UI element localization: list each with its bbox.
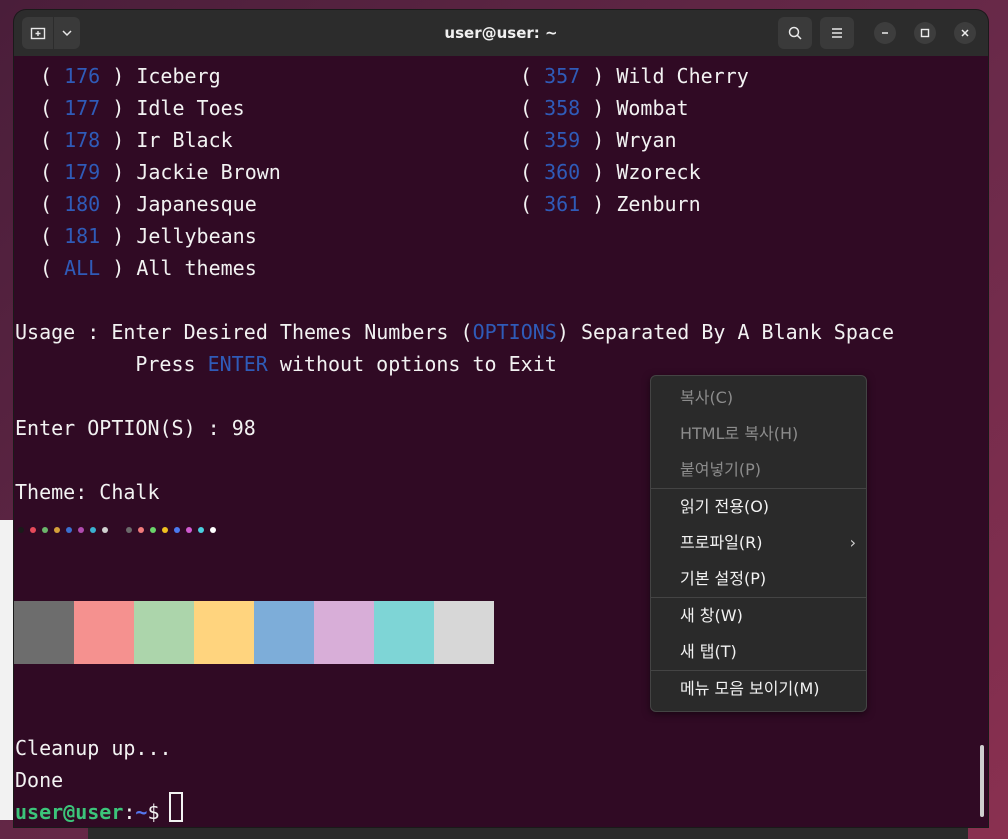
- theme-name: Idle Toes: [136, 96, 245, 120]
- theme-name-line: Theme: Chalk: [15, 480, 160, 504]
- menu-item-profile-label: 프로파일(R): [680, 533, 763, 552]
- palette-dot: [210, 527, 216, 533]
- palette-dot: [90, 527, 96, 533]
- theme-list-item: ( 360 ) Wzoreck: [520, 160, 701, 184]
- palette-dot: [78, 527, 84, 533]
- menu-item-new-window[interactable]: 새 창(W): [651, 599, 866, 633]
- maximize-icon: [920, 28, 930, 38]
- color-swatch: [254, 601, 314, 664]
- theme-list-item: ( 180 ) Japanesque: [40, 192, 257, 216]
- color-swatch: [194, 601, 254, 664]
- menu-item-preferences[interactable]: 기본 설정(P): [651, 562, 866, 596]
- palette-dot: [198, 527, 204, 533]
- palette-dot: [162, 527, 168, 533]
- theme-name: Jellybeans: [136, 224, 257, 248]
- theme-number: 357: [544, 64, 581, 88]
- palette-dot: [150, 527, 156, 533]
- theme-name: Jackie Brown: [136, 160, 281, 184]
- theme-name: Wild Cherry: [616, 64, 749, 88]
- theme-number: 180: [64, 192, 101, 216]
- theme-number: 360: [544, 160, 581, 184]
- theme-list-item: ( 357 ) Wild Cherry: [520, 64, 749, 88]
- theme-list-item: ( 358 ) Wombat: [520, 96, 689, 120]
- done-line: Done: [15, 768, 64, 792]
- menu-item-copy-html: HTML로 복사(H): [680, 424, 799, 443]
- theme-list-item: ( 178 ) Ir Black: [40, 128, 233, 152]
- theme-number: 358: [544, 96, 581, 120]
- theme-name: Japanesque: [136, 192, 257, 216]
- chevron-right-icon: ›: [849, 533, 856, 552]
- menu-item-show-menubar[interactable]: 메뉴 모음 보이기(M): [651, 672, 866, 706]
- palette-dot: [42, 527, 48, 533]
- theme-list-item: ( 179 ) Jackie Brown: [40, 160, 281, 184]
- theme-number: 177: [64, 96, 101, 120]
- scrollbar[interactable]: [980, 745, 984, 817]
- menu-separator: [651, 597, 866, 598]
- color-swatches: [14, 601, 494, 664]
- palette-dot: [126, 527, 132, 533]
- menu-item-paste: 붙여넣기(P): [680, 460, 762, 479]
- color-swatch: [374, 601, 434, 664]
- theme-name: Ir Black: [136, 128, 233, 152]
- context-menu: 복사(C) HTML로 복사(H) 붙여넣기(P) 읽기 전용(O) 프로파일(…: [650, 375, 867, 712]
- terminal-cursor: [169, 792, 183, 822]
- close-icon: [961, 29, 969, 37]
- hamburger-icon: [832, 28, 842, 38]
- palette-dot: [66, 527, 72, 533]
- theme-number: ALL: [64, 256, 101, 280]
- theme-name: Zenburn: [616, 192, 701, 216]
- color-swatch: [434, 601, 494, 664]
- menu-item-read-only[interactable]: 읽기 전용(O): [651, 490, 866, 524]
- theme-list-item: ( 181 ) Jellybeans: [40, 224, 257, 248]
- shell-prompt: user@user:~$: [15, 800, 172, 824]
- menu-item-profile[interactable]: 프로파일(R) ›: [651, 526, 866, 560]
- palette-dot: [186, 527, 192, 533]
- hamburger-menu-button[interactable]: [820, 17, 854, 49]
- theme-name: Wzoreck: [616, 160, 701, 184]
- cleanup-line: Cleanup up...: [15, 736, 172, 760]
- color-swatch: [74, 601, 134, 664]
- theme-list-item: ( 176 ) Iceberg: [40, 64, 221, 88]
- background-window-bottom: [88, 826, 968, 839]
- theme-name: All themes: [136, 256, 257, 280]
- theme-list-item: ( 359 ) Wryan: [520, 128, 677, 152]
- theme-number: 179: [64, 160, 101, 184]
- theme-list-item: ( 177 ) Idle Toes: [40, 96, 245, 120]
- palette-dot: [30, 527, 36, 533]
- theme-name: Wombat: [616, 96, 689, 120]
- menu-separator: [651, 670, 866, 671]
- theme-name: Iceberg: [136, 64, 221, 88]
- close-button[interactable]: [954, 22, 976, 44]
- color-swatch: [134, 601, 194, 664]
- theme-name: Wryan: [616, 128, 677, 152]
- minimize-icon: [882, 32, 888, 34]
- theme-list-item: ( 361 ) Zenburn: [520, 192, 701, 216]
- palette-dot: [174, 527, 180, 533]
- titlebar: user@user: ~: [14, 10, 988, 56]
- theme-number: 181: [64, 224, 101, 248]
- usage-line: Usage : Enter Desired Themes Numbers (OP…: [15, 320, 895, 344]
- maximize-button[interactable]: [914, 22, 936, 44]
- theme-number: 176: [64, 64, 101, 88]
- theme-list-item: ( ALL ) All themes: [40, 256, 257, 280]
- theme-number: 359: [544, 128, 581, 152]
- palette-dot: [18, 527, 24, 533]
- palette-dot: [102, 527, 108, 533]
- enter-option-line: Enter OPTION(S) : 98: [15, 416, 256, 440]
- color-swatch: [314, 601, 374, 664]
- minimize-button[interactable]: [874, 22, 896, 44]
- menu-item-new-tab[interactable]: 새 탭(T): [651, 635, 866, 669]
- palette-dot: [54, 527, 60, 533]
- press-enter-line: Press ENTER without options to Exit: [39, 352, 557, 376]
- theme-number: 361: [544, 192, 581, 216]
- search-button[interactable]: [778, 17, 812, 49]
- menu-separator: [651, 488, 866, 489]
- theme-number: 178: [64, 128, 101, 152]
- menu-item-copy: 복사(C): [680, 388, 734, 407]
- palette-dot: [138, 527, 144, 533]
- color-swatch: [14, 601, 74, 664]
- search-icon: [788, 26, 802, 40]
